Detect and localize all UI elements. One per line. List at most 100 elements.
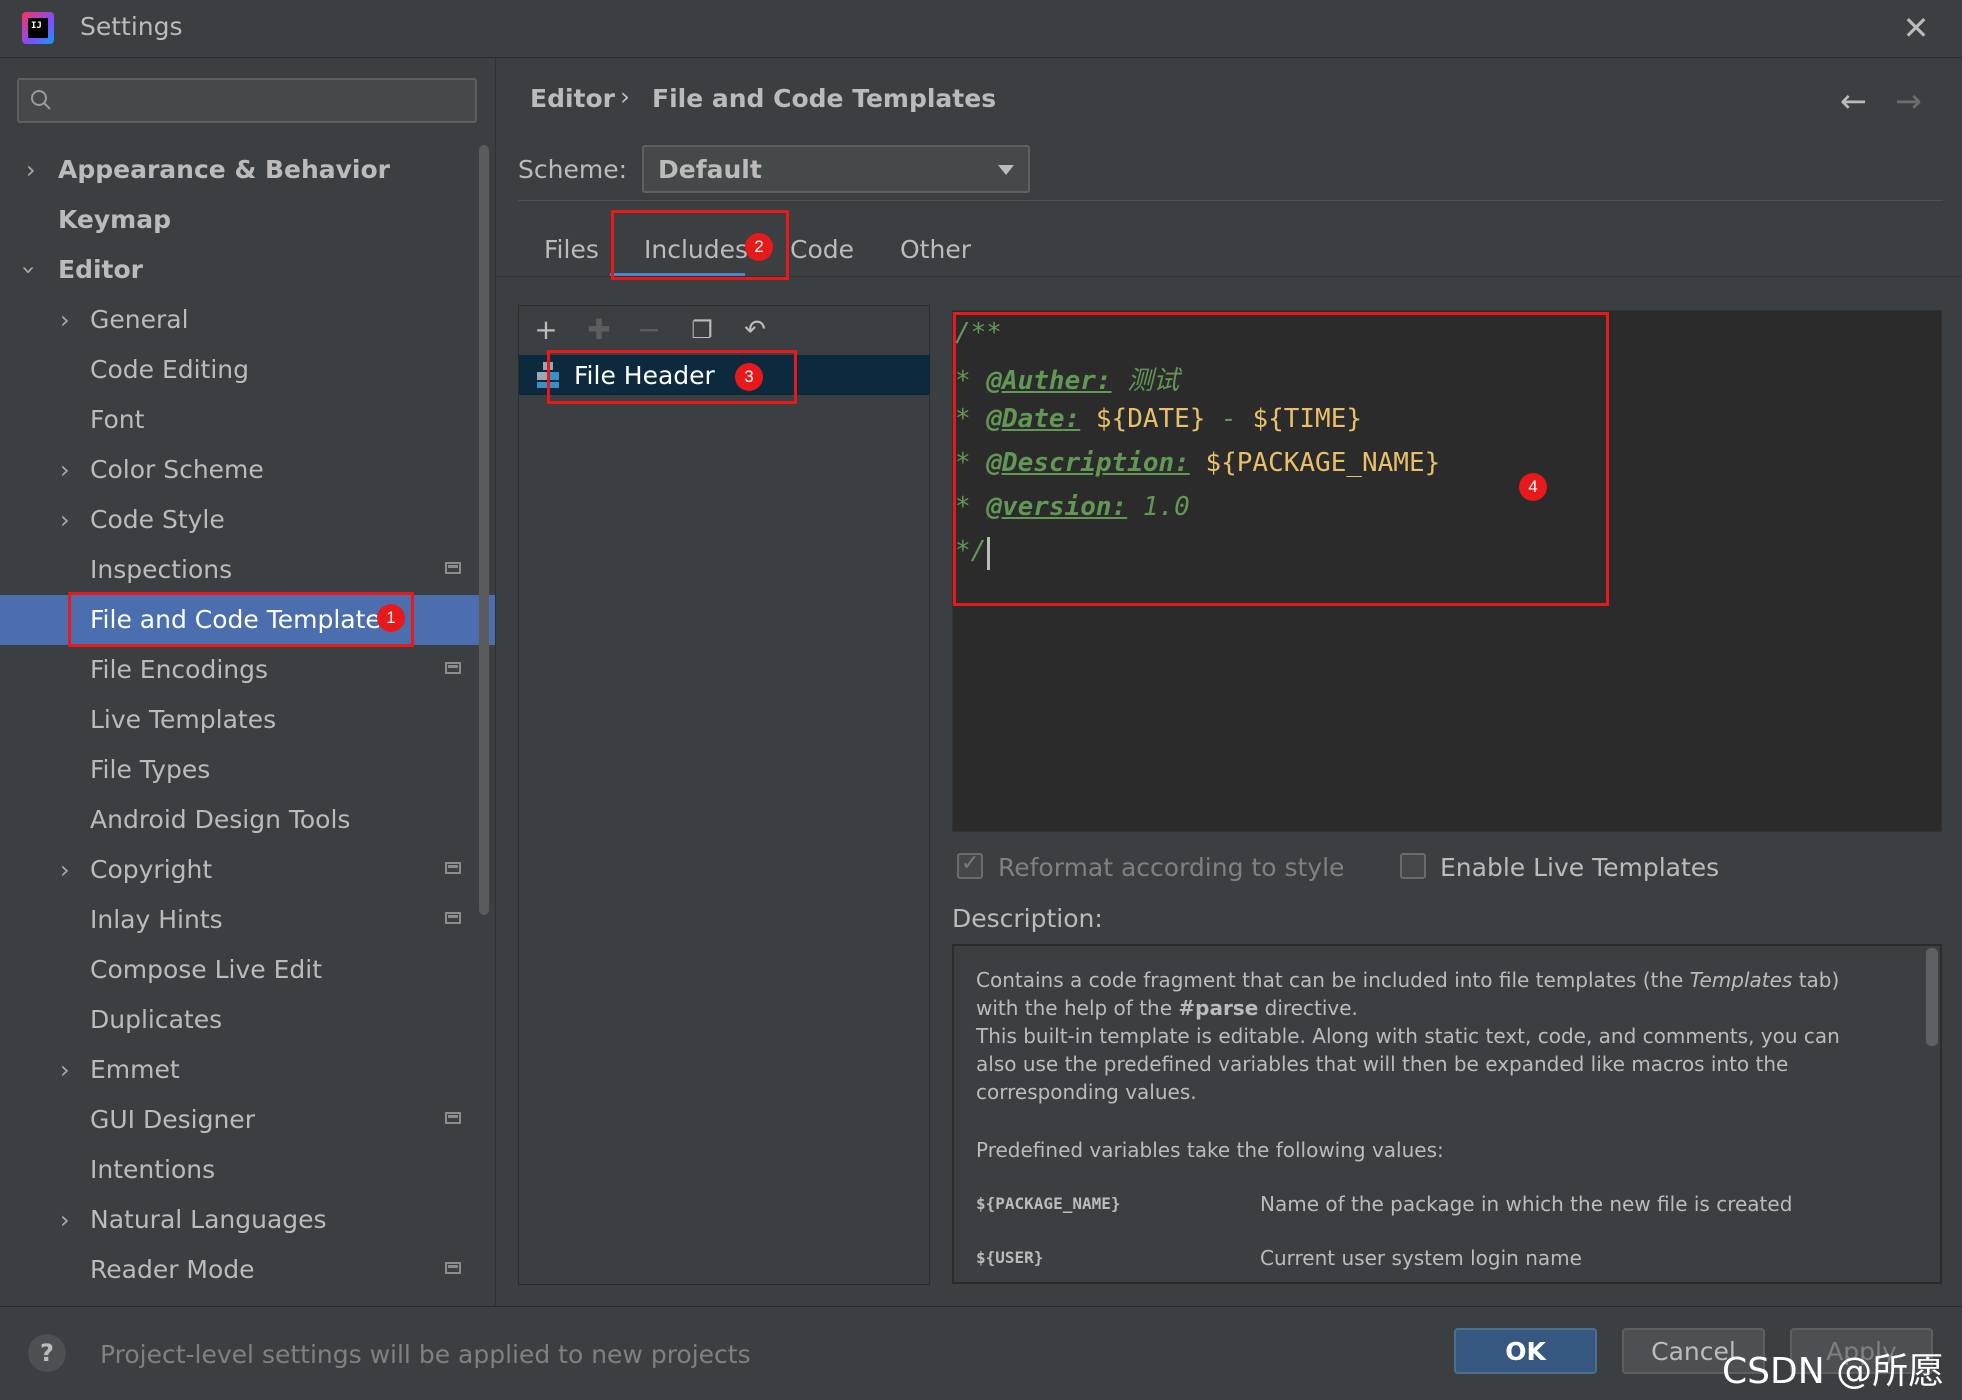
variable-description: Current user system login name (1260, 1246, 1582, 1270)
sidebar-item-label: Emmet (90, 1055, 180, 1084)
scheme-dropdown[interactable]: Default (642, 145, 1030, 193)
scheme-value: Default (658, 155, 762, 184)
description-paragraph: Predefined variables take the following … (976, 1138, 1444, 1162)
sidebar-item-label: File Encodings (90, 655, 269, 684)
description-label: Description: (952, 904, 1103, 933)
sidebar-item-label: Android Design Tools (90, 805, 351, 834)
project-level-icon (445, 1262, 461, 1274)
sidebar-scrollbar[interactable] (479, 145, 489, 915)
sidebar-item-label: GUI Designer (90, 1105, 255, 1134)
sidebar-item-gui-designer[interactable]: GUI Designer (0, 1095, 495, 1145)
sidebar-item-label: Live Templates (90, 705, 277, 734)
live-templates-label[interactable]: Enable Live Templates (1440, 853, 1719, 882)
sidebar-item-label: Reader Mode (90, 1255, 255, 1284)
chevron-right-icon[interactable]: › (60, 445, 70, 495)
sidebar-item-label: Code Editing (90, 355, 250, 384)
sidebar-item-font[interactable]: Font (0, 395, 495, 445)
watermark: CSDN @所愿 (1722, 1351, 1945, 1392)
sidebar-item-label: Appearance & Behavior (58, 155, 390, 184)
help-icon[interactable]: ? (28, 1334, 66, 1372)
sidebar-item-duplicates[interactable]: Duplicates (0, 995, 495, 1045)
title-bar (0, 0, 1962, 58)
sidebar-item-label: Compose Live Edit (90, 955, 323, 984)
sidebar-item-compose-live-edit[interactable]: Compose Live Edit (0, 945, 495, 995)
project-level-icon (445, 862, 461, 874)
breadcrumb-separator: › (620, 82, 630, 111)
sidebar-item-label: File Types (90, 755, 211, 784)
sidebar-item-label: Natural Languages (90, 1205, 327, 1234)
project-level-icon (445, 562, 461, 574)
description-text: Contains a code fragment that can be inc… (976, 966, 1876, 1164)
sidebar-item-intentions[interactable]: Intentions (0, 1145, 495, 1195)
page-title: File and Code Templates (652, 84, 997, 113)
annotation-box-4 (953, 312, 1609, 606)
variable-name: ${PACKAGE_NAME} (976, 1194, 1121, 1213)
chevron-right-icon[interactable]: › (60, 295, 70, 345)
sidebar-item-inlay-hints[interactable]: Inlay Hints (0, 895, 495, 945)
ok-button[interactable]: OK (1454, 1328, 1597, 1374)
chevron-right-icon[interactable]: › (60, 495, 70, 545)
chevron-right-icon[interactable]: › (60, 845, 70, 895)
add-child-icon[interactable]: ✚ (584, 315, 614, 345)
sidebar-item-label: Editor (58, 255, 143, 284)
description-fragment: Contains a code fragment that can be inc… (976, 968, 1690, 992)
sidebar-item-android-design-tools[interactable]: Android Design Tools (0, 795, 495, 845)
chevron-right-icon[interactable]: › (26, 145, 36, 195)
sidebar-item-color-scheme[interactable]: › Color Scheme (0, 445, 495, 495)
scheme-label: Scheme: (518, 155, 627, 184)
sidebar-item-label: Intentions (90, 1155, 216, 1184)
sidebar-item-appearance-behavior[interactable]: › Appearance & Behavior (0, 145, 495, 195)
annotation-box-1 (68, 592, 414, 647)
forward-arrow-icon[interactable]: → (1895, 82, 1922, 120)
annotation-badge-2: 2 (745, 233, 773, 261)
reset-icon[interactable]: ↶ (740, 315, 770, 345)
copy-icon[interactable]: ❐ (687, 315, 717, 345)
description-paragraph: This built-in template is editable. Alon… (976, 1024, 1840, 1104)
divider (518, 200, 1943, 201)
sidebar-item-code-style[interactable]: › Code Style (0, 495, 495, 545)
chevron-right-icon[interactable]: › (60, 1045, 70, 1095)
sidebar-item-label: Duplicates (90, 1005, 223, 1034)
close-icon[interactable]: ✕ (1898, 10, 1934, 46)
sidebar-item-keymap[interactable]: Keymap (0, 195, 495, 245)
sidebar-item-inspections[interactable]: Inspections (0, 545, 495, 595)
sidebar-item-emmet[interactable]: › Emmet (0, 1045, 495, 1095)
add-icon[interactable]: + (531, 315, 561, 345)
reformat-label[interactable]: Reformat according to style (998, 853, 1344, 882)
sidebar-item-reader-mode[interactable]: Reader Mode (0, 1245, 495, 1295)
window-title: Settings (80, 12, 183, 41)
dropdown-arrow-icon (998, 165, 1014, 175)
project-level-icon (445, 662, 461, 674)
sidebar-item-general[interactable]: › General (0, 295, 495, 345)
sidebar-item-file-encodings[interactable]: File Encodings (0, 645, 495, 695)
description-scrollbar[interactable] (1926, 948, 1938, 1046)
sidebar-item-editor[interactable]: › Editor (0, 245, 495, 295)
description-emphasis: Templates (1689, 968, 1793, 992)
variable-description: Name of the package in which the new fil… (1260, 1192, 1793, 1216)
description-paragraph: Contains a code fragment that can be inc… (976, 966, 1876, 1022)
sidebar-item-copyright[interactable]: › Copyright (0, 845, 495, 895)
tab-files[interactable]: Files (544, 235, 599, 264)
footer-hint: Project-level settings will be applied t… (100, 1340, 751, 1369)
sidebar-item-file-types[interactable]: File Types (0, 745, 495, 795)
tab-code[interactable]: Code (790, 235, 854, 264)
reformat-checkbox[interactable] (957, 851, 983, 879)
sidebar-item-label: Code Style (90, 505, 225, 534)
back-arrow-icon[interactable]: ← (1840, 82, 1867, 120)
remove-icon[interactable]: − (634, 315, 664, 345)
sidebar-item-live-templates[interactable]: Live Templates (0, 695, 495, 745)
description-panel: Contains a code fragment that can be inc… (952, 944, 1942, 1284)
live-templates-checkbox[interactable] (1400, 853, 1426, 879)
description-keyword: #parse (1178, 996, 1259, 1020)
sidebar-item-label: Color Scheme (90, 455, 264, 484)
tab-other[interactable]: Other (900, 235, 971, 264)
sidebar-item-label: Keymap (58, 205, 172, 234)
search-input[interactable] (17, 78, 477, 123)
breadcrumb-parent[interactable]: Editor (530, 84, 615, 113)
chevron-down-icon[interactable]: › (4, 265, 54, 275)
sidebar-item-label: General (90, 305, 189, 334)
project-level-icon (445, 1112, 461, 1124)
sidebar-item-code-editing[interactable]: Code Editing (0, 345, 495, 395)
sidebar-item-natural-languages[interactable]: › Natural Languages (0, 1195, 495, 1245)
chevron-right-icon[interactable]: › (60, 1195, 70, 1245)
